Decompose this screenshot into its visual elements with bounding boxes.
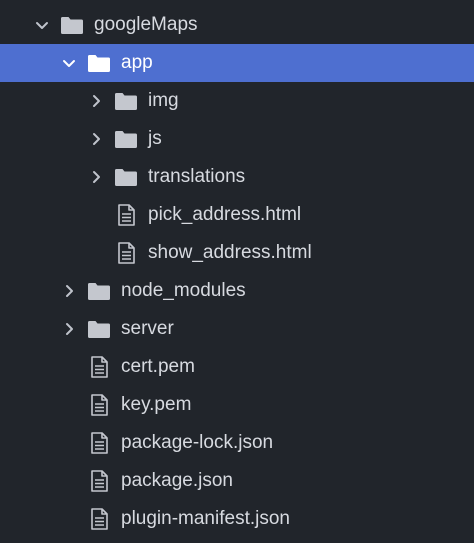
chevron-right-icon[interactable]: [89, 158, 103, 196]
file-text-icon: [117, 196, 135, 234]
tree-folder-row[interactable]: node_modules: [0, 272, 474, 310]
folder-icon: [114, 82, 138, 120]
tree-file-row[interactable]: package.json: [0, 462, 474, 500]
chevron-down-icon[interactable]: [62, 44, 76, 82]
folder-icon: [87, 272, 111, 310]
folder-icon: [114, 120, 138, 158]
tree-file-row[interactable]: show_address.html: [0, 234, 474, 272]
tree-file-row[interactable]: key.pem: [0, 386, 474, 424]
tree-folder-row[interactable]: googleMaps: [0, 6, 474, 44]
tree-item-label: server: [121, 318, 174, 339]
chevron-right-icon[interactable]: [62, 310, 76, 348]
file-text-icon: [117, 234, 135, 272]
file-text-icon: [90, 386, 108, 424]
tree-folder-row[interactable]: translations: [0, 158, 474, 196]
tree-item-label: node_modules: [121, 280, 246, 301]
file-text-icon: [90, 500, 108, 538]
chevron-right-icon[interactable]: [89, 120, 103, 158]
tree-file-row[interactable]: cert.pem: [0, 348, 474, 386]
chevron-right-icon[interactable]: [62, 272, 76, 310]
tree-item-label: package.json: [121, 470, 233, 491]
file-text-icon: [90, 348, 108, 386]
chevron-right-icon[interactable]: [89, 82, 103, 120]
tree-folder-row[interactable]: js: [0, 120, 474, 158]
chevron-down-icon[interactable]: [35, 6, 49, 44]
tree-item-label: js: [148, 128, 162, 149]
tree-item-label: cert.pem: [121, 356, 195, 377]
tree-file-row[interactable]: package-lock.json: [0, 424, 474, 462]
tree-folder-row[interactable]: server: [0, 310, 474, 348]
tree-item-label: pick_address.html: [148, 204, 302, 225]
folder-icon: [87, 310, 111, 348]
file-text-icon: [90, 424, 108, 462]
tree-folder-row[interactable]: img: [0, 82, 474, 120]
tree-item-label: app: [121, 52, 153, 73]
tree-item-label: show_address.html: [148, 242, 312, 263]
file-text-icon: [90, 462, 108, 500]
tree-file-row[interactable]: pick_address.html: [0, 196, 474, 234]
tree-item-label: translations: [148, 166, 246, 187]
folder-icon: [60, 6, 84, 44]
tree-file-row[interactable]: plugin-manifest.json: [0, 500, 474, 538]
tree-item-label: googleMaps: [94, 14, 198, 35]
tree-item-label: package-lock.json: [121, 432, 274, 453]
file-tree: googleMaps app img js translations pick_addre…: [0, 0, 474, 543]
tree-folder-row[interactable]: app: [0, 44, 474, 82]
folder-icon: [114, 158, 138, 196]
folder-icon: [87, 44, 111, 82]
tree-item-label: key.pem: [121, 394, 192, 415]
tree-item-label: img: [148, 90, 179, 111]
tree-item-label: plugin-manifest.json: [121, 508, 290, 529]
